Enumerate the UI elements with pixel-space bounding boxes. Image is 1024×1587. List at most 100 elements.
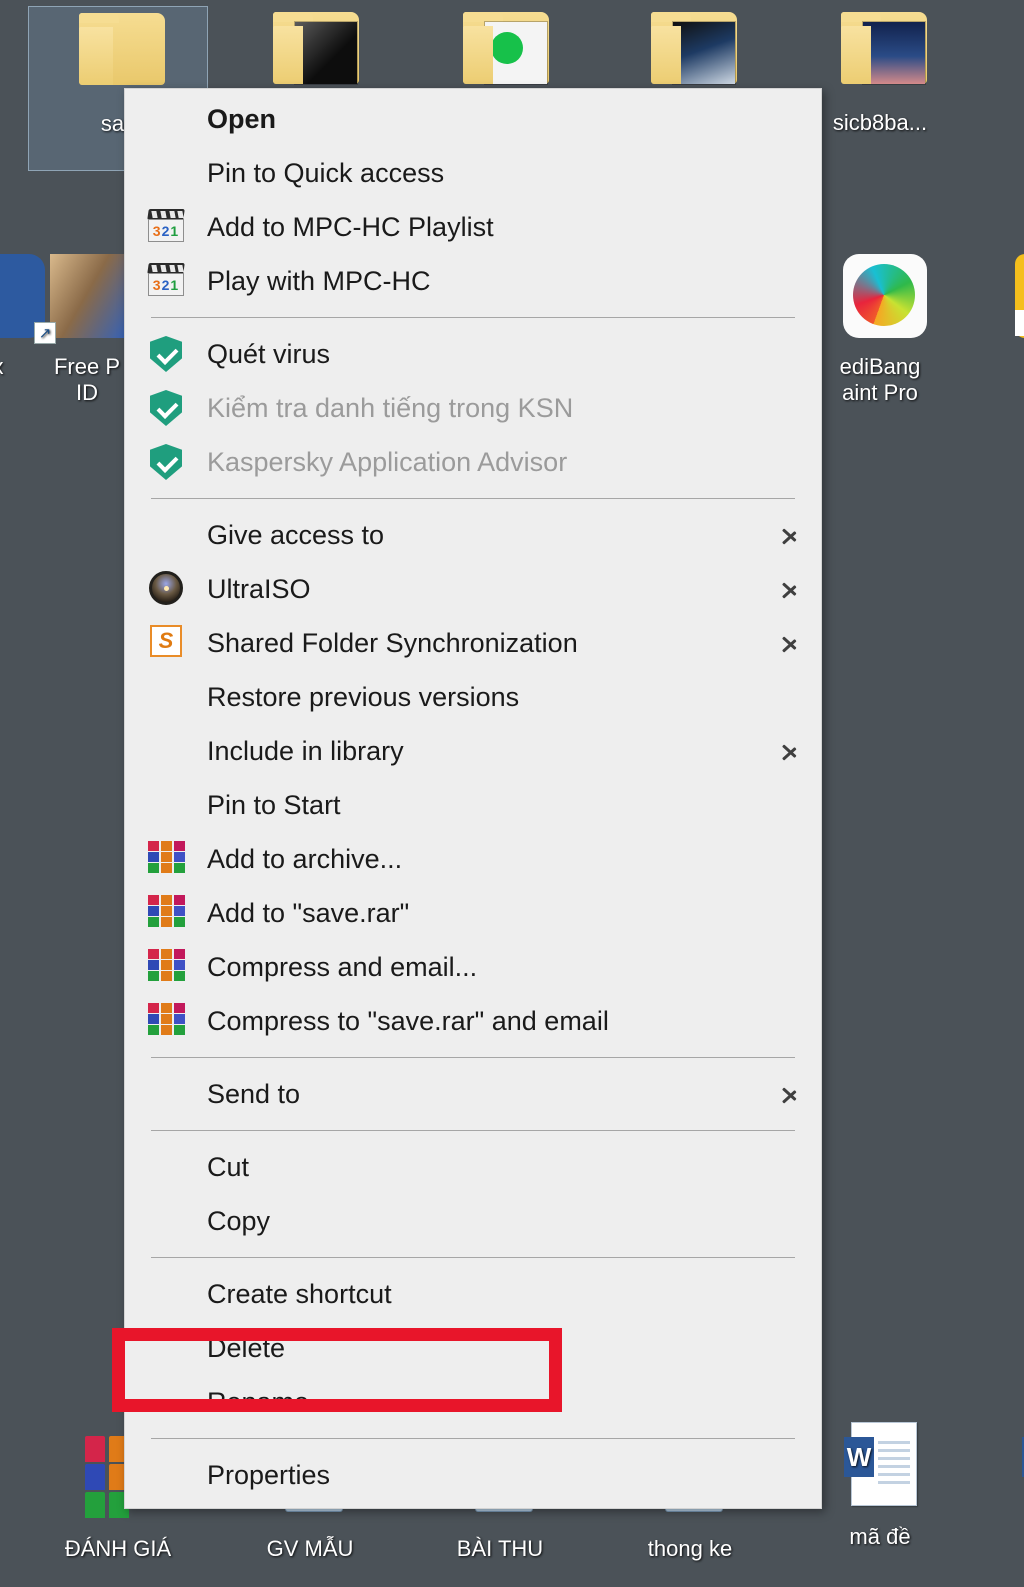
menu-item-icon-slot	[145, 1203, 189, 1239]
desktop-icon-label: thong ke	[647, 1536, 733, 1561]
kaspersky-shield-icon	[145, 336, 189, 372]
kaspersky-shield-icon	[150, 390, 182, 426]
chevron-right-icon	[781, 1079, 799, 1109]
menu-item-icon-slot	[145, 1149, 189, 1185]
menu-item-cut[interactable]: Cut	[125, 1140, 821, 1194]
mpc-hc-icon: 321	[147, 263, 187, 297]
desktop-icon-label: mã đề	[849, 1524, 911, 1549]
ultraiso-icon	[149, 571, 183, 605]
chevron-right-icon	[781, 736, 799, 766]
kaspersky-shield-icon	[145, 444, 189, 480]
winrar-icon	[145, 949, 189, 985]
desktop-icon-right-doc[interactable]: W	[968, 1420, 1024, 1524]
menu-item-icon-slot	[145, 1457, 189, 1493]
context-menu[interactable]: Open Pin to Quick access 3 2 1 Add to MPC-HC …	[124, 88, 822, 1509]
menu-item-label: Create shortcut	[207, 1278, 392, 1309]
menu-item-add-to-save-rar[interactable]: Add to "save.rar"	[125, 886, 821, 940]
menu-item-add-to-mpc-hc-playlist[interactable]: 3 2 1 Add to MPC-HC Playlist	[125, 200, 821, 254]
menu-separator	[151, 1438, 795, 1439]
menu-item-compress-to-save-rar-and-email[interactable]: Compress to "save.rar" and email	[125, 994, 821, 1048]
menu-separator	[151, 317, 795, 318]
menu-item-create-shortcut[interactable]: Create shortcut	[125, 1267, 821, 1321]
menu-item-label: Compress and email...	[207, 951, 478, 982]
kaspersky-shield-icon	[150, 336, 182, 372]
menu-item-compress-and-email[interactable]: Compress and email...	[125, 940, 821, 994]
menu-item-play-with-mpc-hc[interactable]: 3 2 1 Play with MPC-HC	[125, 254, 821, 308]
menu-item-icon-slot	[145, 733, 189, 769]
menu-item-label: Quét virus	[207, 338, 331, 369]
menu-item-include-in-library[interactable]: Include in library	[125, 724, 821, 778]
shortcut-arrow-icon: ↗	[34, 322, 56, 344]
menu-item-label: Pin to Quick access	[207, 157, 445, 188]
menu-item-ultraiso[interactable]: UltraISO	[125, 562, 821, 616]
menu-item-label: Properties	[207, 1459, 331, 1490]
menu-item-label: Delete	[207, 1332, 286, 1363]
menu-item-icon-slot	[145, 679, 189, 715]
menu-item-pin-to-start[interactable]: Pin to Start	[125, 778, 821, 832]
mpc-hc-icon: 321	[147, 209, 187, 243]
menu-item-label: UltraISO	[207, 573, 311, 604]
winrar-icon	[148, 1003, 186, 1037]
menu-item-shared-folder-synchronization[interactable]: S Shared Folder Synchronization	[125, 616, 821, 670]
mpc-hc-icon: 321	[145, 209, 189, 245]
menu-item-pin-to-quick-access[interactable]: Pin to Quick access	[125, 146, 821, 200]
menu-item-properties[interactable]: Properties	[125, 1448, 821, 1502]
menu-item-icon-slot	[145, 1384, 189, 1420]
winrar-icon	[145, 895, 189, 931]
menu-item-label: Add to "save.rar"	[207, 897, 410, 928]
menu-item-icon-slot	[145, 155, 189, 191]
menu-item-icon-slot	[145, 1076, 189, 1112]
chevron-right-icon	[781, 628, 799, 658]
desktop-icon-label: ĐÁNH GIÁ	[64, 1536, 172, 1561]
menu-item-restore-previous-versions[interactable]: Restore previous versions	[125, 670, 821, 724]
menu-item-label: Send to	[207, 1078, 301, 1109]
menu-item-label: Add to MPC-HC Playlist	[207, 211, 494, 242]
shared-folder-sync-icon: S	[145, 625, 189, 661]
chevron-right-icon	[781, 520, 799, 550]
menu-item-qu-t-virus[interactable]: Quét virus	[125, 327, 821, 381]
desktop-icon-label: L	[962, 354, 1024, 380]
menu-item-add-to-archive[interactable]: Add to archive...	[125, 832, 821, 886]
menu-separator	[151, 498, 795, 499]
menu-item-label: Include in library	[207, 735, 404, 766]
shared-folder-sync-icon: S	[150, 625, 182, 657]
menu-item-copy[interactable]: Copy	[125, 1194, 821, 1248]
menu-item-send-to[interactable]: Send to	[125, 1067, 821, 1121]
desktop-icon-label: BÀI THU	[456, 1536, 544, 1561]
mpc-hc-icon: 321	[145, 263, 189, 299]
kaspersky-shield-icon	[150, 444, 182, 480]
winrar-icon	[145, 1003, 189, 1039]
chevron-right-icon	[781, 574, 799, 604]
folder-icon	[825, 6, 935, 102]
menu-separator	[151, 1057, 795, 1058]
menu-item-label: Pin to Start	[207, 789, 341, 820]
word-document-icon: W	[825, 1420, 935, 1516]
menu-item-rename[interactable]: Rename	[125, 1375, 821, 1429]
ultraiso-icon	[145, 571, 189, 607]
kaspersky-shield-icon	[145, 390, 189, 426]
menu-item-label: Rename	[207, 1386, 310, 1417]
winrar-icon	[148, 895, 186, 929]
menu-separator	[151, 1257, 795, 1258]
menu-item-delete[interactable]: Delete	[125, 1321, 821, 1375]
menu-item-give-access-to[interactable]: Give access to	[125, 508, 821, 562]
menu-item-label: Restore previous versions	[207, 681, 520, 712]
menu-item-label: Add to archive...	[207, 843, 403, 874]
menu-item-icon-slot	[145, 517, 189, 553]
menu-item-ki-m-tra-danh-ti-ng-trong-ksn: Kiểm tra danh tiếng trong KSN	[125, 381, 821, 435]
menu-item-label: Open	[207, 103, 277, 134]
menu-item-label: Give access to	[207, 519, 385, 550]
winrar-icon	[148, 841, 186, 875]
menu-item-label: Kiểm tra danh tiếng trong KSN	[207, 392, 574, 423]
app-icon: a	[997, 250, 1024, 346]
desktop-icon-l-app[interactable]: a L	[962, 250, 1024, 380]
word-document-icon: W	[1003, 1420, 1024, 1516]
word-logo-icon: W	[844, 1437, 874, 1477]
menu-item-label: Cut	[207, 1151, 250, 1182]
winrar-icon	[145, 841, 189, 877]
desktop: sav sicb8ba... ↗ Free P ID ediBang aint …	[0, 0, 1024, 1587]
menu-item-open[interactable]: Open	[125, 92, 821, 146]
menu-item-label: Play with MPC-HC	[207, 265, 431, 296]
menu-item-label: Kaspersky Application Advisor	[207, 446, 568, 477]
menu-separator	[151, 1130, 795, 1131]
